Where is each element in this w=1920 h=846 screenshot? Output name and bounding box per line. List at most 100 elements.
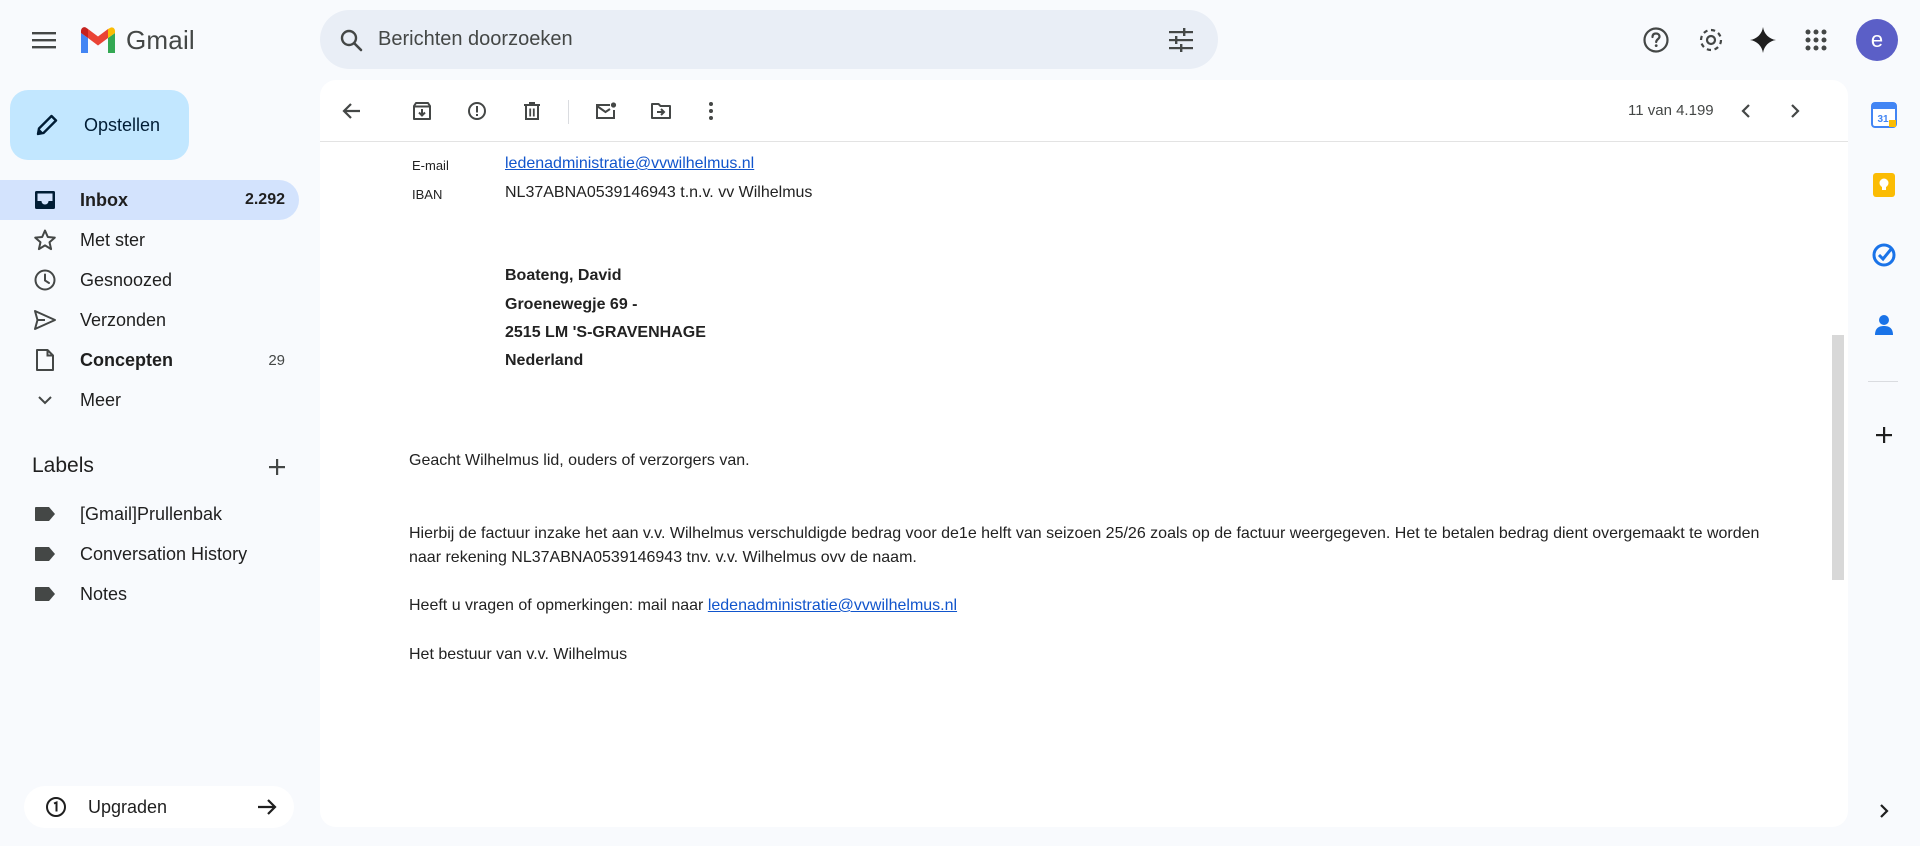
- message-view: 11 van 4.199 E-mail ledenadministratie@v…: [320, 80, 1848, 827]
- archive-icon: [413, 102, 431, 120]
- plus-icon: [269, 459, 285, 475]
- back-button[interactable]: [334, 93, 370, 129]
- account-avatar[interactable]: e: [1856, 19, 1898, 61]
- send-icon: [32, 307, 58, 333]
- nav-item-inbox[interactable]: Inbox 2.292: [0, 180, 299, 220]
- greeting: Geacht Wilhelmus lid, ouders of verzorge…: [409, 452, 750, 469]
- inbox-icon: [32, 187, 58, 213]
- search-bar: [320, 10, 1218, 69]
- address-name: Boateng, David: [505, 267, 622, 284]
- nav-label: Met ster: [80, 229, 146, 250]
- menu-icon: [32, 32, 56, 49]
- keep-app-button[interactable]: [1864, 165, 1904, 205]
- tasks-icon: [1872, 243, 1896, 267]
- settings-button[interactable]: [1689, 18, 1733, 62]
- address-city: 2515 LM 'S-GRAVENHAGE: [505, 324, 706, 341]
- report-spam-button[interactable]: [459, 93, 495, 129]
- main-menu-button[interactable]: [24, 20, 64, 60]
- label-name: [Gmail]Prullenbak: [80, 503, 223, 524]
- signature: Het bestuur van v.v. Wilhelmus: [409, 646, 628, 663]
- nav-label: Gesnoozed: [80, 269, 173, 290]
- search-options-button[interactable]: [1166, 25, 1196, 55]
- clock-icon: [32, 267, 58, 293]
- nav-label: Meer: [80, 389, 122, 410]
- nav-label: Verzonden: [80, 309, 167, 330]
- scrollbar-thumb[interactable]: [1832, 335, 1844, 580]
- delete-button[interactable]: [514, 93, 550, 129]
- help-button[interactable]: [1634, 18, 1678, 62]
- gmail-m-icon: [81, 27, 115, 53]
- nav-item-snoozed[interactable]: Gesnoozed: [0, 260, 299, 300]
- search-button[interactable]: [336, 25, 366, 55]
- mark-unread-icon: [596, 102, 617, 119]
- questions-email-link[interactable]: ledenadministratie@vvwilhelmus.nl: [708, 597, 957, 614]
- unread-count: 2.292: [244, 191, 285, 208]
- google-apps-button[interactable]: [1794, 18, 1838, 62]
- sparkle-icon: [1750, 27, 1776, 53]
- calendar-icon: 31: [1871, 102, 1897, 128]
- label-icon: [32, 541, 58, 567]
- report-icon: [468, 102, 486, 120]
- trash-icon: [524, 102, 540, 120]
- labels-heading: Labels: [32, 454, 94, 477]
- message-body: E-mail ledenadministratie@vvwilhelmus.nl…: [320, 142, 1828, 827]
- upgrade-label: Upgraden: [88, 796, 168, 817]
- compose-button[interactable]: Opstellen: [10, 90, 189, 160]
- move-to-folder-icon: [651, 103, 671, 119]
- star-icon: [32, 227, 58, 253]
- address-street: Groenewegje 69 -: [505, 296, 638, 313]
- calendar-app-button[interactable]: 31: [1864, 95, 1904, 135]
- gmail-logo[interactable]: Gmail: [78, 22, 195, 58]
- body-line-1: Hierbij de factuur inzake het aan v.v. W…: [409, 525, 1760, 542]
- draft-icon: [32, 347, 58, 373]
- tasks-app-button[interactable]: [1864, 235, 1904, 275]
- arrow-right-icon: [254, 794, 280, 820]
- contact-email-link[interactable]: ledenadministratie@vvwilhelmus.nl: [505, 155, 754, 173]
- side-panel-divider: [1868, 381, 1898, 382]
- more-actions-button[interactable]: [693, 93, 729, 129]
- gemini-button[interactable]: [1741, 18, 1785, 62]
- nav-item-starred[interactable]: Met ster: [0, 220, 299, 260]
- info-circle-icon: [44, 795, 68, 819]
- contacts-app-button[interactable]: [1864, 305, 1904, 345]
- create-label-button[interactable]: [262, 452, 292, 482]
- chevron-left-icon: [1741, 104, 1750, 118]
- label-icon: [32, 581, 58, 607]
- label-item-notes[interactable]: Notes: [0, 574, 299, 614]
- iban-label: IBAN: [412, 187, 443, 202]
- address-country: Nederland: [505, 352, 584, 369]
- body-line-2: naar rekening NL37ABNA0539146943 tnv. v.…: [409, 549, 917, 566]
- questions-text: Heeft u vragen of opmerkingen: mail naar: [409, 597, 708, 614]
- apps-grid-icon: [1805, 29, 1827, 51]
- contacts-icon: [1875, 315, 1893, 335]
- keep-icon: [1873, 173, 1895, 197]
- scrollbar[interactable]: [1830, 142, 1844, 827]
- archive-button[interactable]: [404, 93, 440, 129]
- search-icon: [340, 29, 363, 51]
- top-bar: Gmail e: [0, 0, 1920, 80]
- arrow-left-icon: [342, 103, 360, 119]
- upgrade-button[interactable]: Upgraden: [24, 786, 294, 828]
- nav-label: Inbox: [80, 189, 128, 210]
- get-addons-button[interactable]: [1864, 415, 1904, 455]
- label-item-conversation-history[interactable]: Conversation History: [0, 534, 299, 574]
- mark-unread-button[interactable]: [588, 93, 624, 129]
- plus-icon: [1876, 427, 1892, 443]
- gear-icon: [1699, 28, 1723, 52]
- toolbar-divider: [568, 100, 569, 124]
- move-to-button[interactable]: [643, 93, 679, 129]
- email-label: E-mail: [412, 158, 449, 173]
- help-icon: [1643, 27, 1669, 53]
- older-button[interactable]: [1777, 93, 1813, 129]
- nav-item-sent[interactable]: Verzonden: [0, 300, 299, 340]
- nav-label: Concepten: [80, 349, 174, 370]
- search-input[interactable]: [378, 28, 1138, 51]
- newer-button[interactable]: [1728, 93, 1764, 129]
- show-side-panel-button[interactable]: [1864, 791, 1904, 831]
- pencil-icon: [32, 110, 62, 140]
- nav-item-drafts[interactable]: Concepten 29: [0, 340, 299, 380]
- label-name: Conversation History: [80, 543, 248, 564]
- label-item-trash[interactable]: [Gmail]Prullenbak: [0, 494, 299, 534]
- nav-item-more[interactable]: Meer: [0, 380, 299, 420]
- iban-value: NL37ABNA0539146943 t.n.v. vv Wilhelmus: [505, 184, 813, 201]
